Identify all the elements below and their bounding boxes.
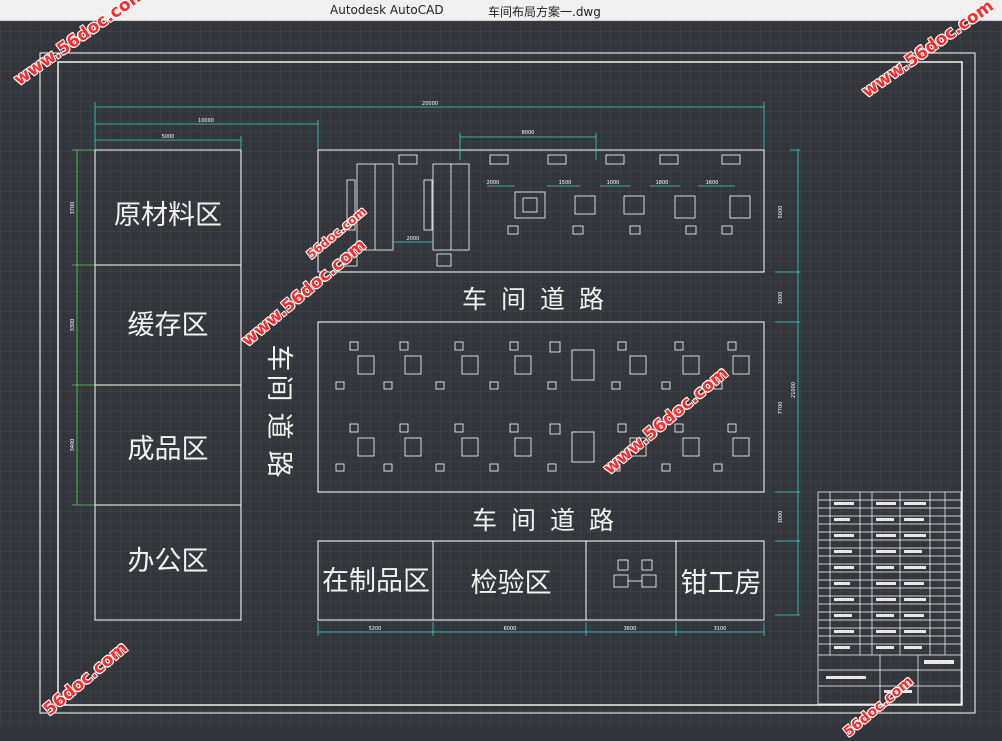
dim-left-3: 3400 [70, 439, 76, 452]
dim-top-span: 8000 [522, 130, 535, 136]
title-bar: Autodesk AutoCAD 车间布局方案一.dwg [0, 0, 1002, 21]
dim-h1000: 1000 [607, 180, 620, 186]
label-wip: 在制品区 [322, 566, 430, 597]
top-equipment [342, 154, 751, 267]
dim-h2000a: 2000 [487, 180, 500, 186]
label-finished: 成品区 [128, 434, 209, 465]
top-road-label: 车间道路 [462, 285, 618, 314]
vroad-char-4: 路 [263, 451, 294, 478]
bottom-road-label: 车间道路 [472, 506, 628, 535]
label-buffer: 缓存区 [128, 310, 209, 341]
tool-room [585, 540, 677, 621]
dim-h1600: 1600 [706, 180, 719, 186]
label-raw-material: 原材料区 [114, 200, 222, 231]
dim-h2000b: 2000 [407, 236, 420, 242]
label-office: 办公区 [128, 546, 209, 577]
dim-h1500: 1500 [559, 180, 572, 186]
label-fitter: 钳工房 [681, 568, 762, 599]
vertical-road-label: 车 间 道 路 [263, 345, 294, 478]
dim-bottom-2: 6000 [504, 626, 517, 632]
inner-frame [57, 61, 963, 706]
line-2 [335, 423, 750, 472]
dim-right-4: 3000 [778, 511, 784, 524]
dim-left: 10000 [198, 118, 214, 124]
cad-drawing: 原材料区 缓存区 成品区 办公区 车 间 道 路 车间道路 车间道路 在制品区 … [39, 52, 976, 714]
app-name: Autodesk AutoCAD [330, 3, 444, 17]
dim-bottom-1: 5200 [369, 626, 382, 632]
dim-left-2: 3300 [70, 319, 76, 332]
dim-overall: 20000 [422, 101, 438, 107]
document-name: 车间布局方案一.dwg [488, 5, 601, 19]
dim-bottom-4: 3100 [714, 626, 727, 632]
drawing-canvas[interactable]: 原材料区 缓存区 成品区 办公区 车 间 道 路 车间道路 车间道路 在制品区 … [0, 0, 1002, 741]
dim-h1800: 1800 [656, 180, 669, 186]
vroad-char-3: 道 [263, 413, 294, 440]
dim-right-2: 3000 [778, 292, 784, 305]
dim-bottom-3: 3600 [624, 626, 637, 632]
tool-room-equipment [613, 559, 657, 588]
line-1 [335, 341, 750, 390]
title-block-fills [826, 502, 954, 693]
dim-right-3: 7700 [778, 402, 784, 415]
dim-left-1: 3700 [70, 202, 76, 215]
label-inspection: 检验区 [471, 568, 552, 599]
vroad-char-1: 车 [263, 345, 294, 372]
vroad-char-2: 间 [263, 375, 294, 402]
dim-right-1: 5000 [778, 206, 784, 219]
dim-right-total: 21000 [791, 382, 797, 398]
production-area-top [317, 149, 765, 273]
dim-storage: 5000 [162, 134, 175, 140]
